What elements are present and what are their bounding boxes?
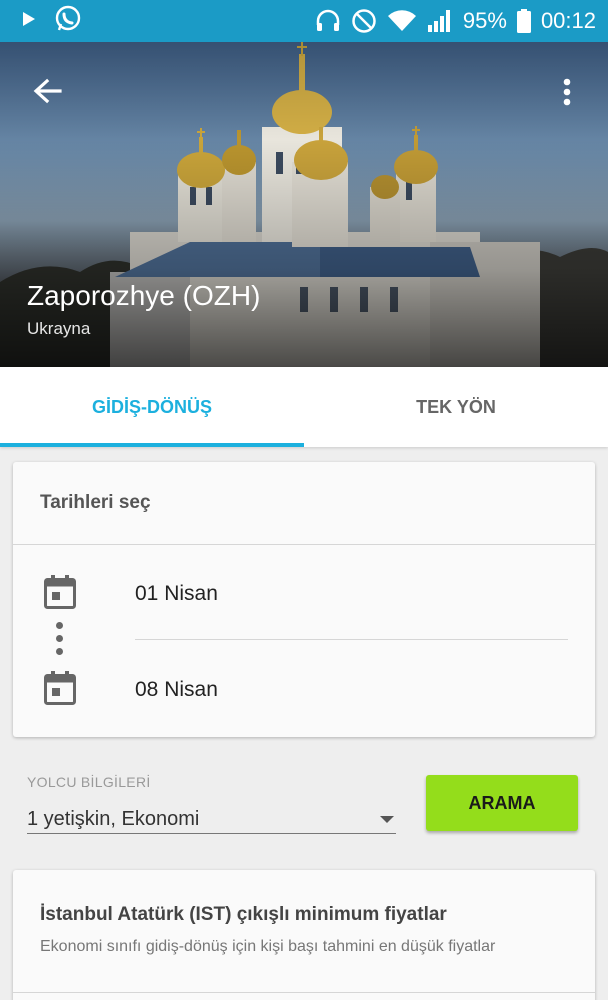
wifi-icon — [387, 9, 417, 33]
date-card-header: Tarihleri seç — [13, 462, 595, 545]
trip-type-tabs: GİDİŞ-DÖNÜŞ TEK YÖN — [0, 367, 608, 447]
passenger-class-dropdown[interactable]: 1 yetişkin, Ekonomi — [27, 806, 396, 834]
tab-one-way[interactable]: TEK YÖN — [304, 367, 608, 447]
search-button[interactable]: ARAMA — [426, 775, 578, 831]
passenger-info-label: YOLCU BİLGİLERİ — [27, 774, 151, 790]
tab-label: GİDİŞ-DÖNÜŞ — [91, 396, 212, 417]
date-range-connector — [56, 622, 64, 658]
dropdown-arrow-icon — [380, 816, 394, 823]
hero-gradient-overlay — [0, 42, 608, 367]
destination-hero: Zaporozhye (OZH) Ukrayna — [0, 42, 608, 367]
calendar-icon[interactable] — [44, 575, 76, 609]
date-picker-card: Tarihleri seç 01 Nisan 08 Nisan — [13, 462, 595, 737]
more-vert-icon — [563, 78, 571, 106]
return-date[interactable]: 08 Nisan — [135, 678, 218, 702]
do-not-disturb-icon — [351, 8, 377, 34]
destination-city: Zaporozhye (OZH) — [27, 280, 261, 311]
back-button[interactable] — [28, 72, 68, 112]
min-prices-subtitle: Ekonomi sınıfı gidiş-dönüş için kişi baş… — [40, 938, 496, 955]
battery-percent: 95% — [462, 8, 507, 33]
whatsapp-icon — [54, 5, 82, 38]
min-prices-title: İstanbul Atatürk (IST) çıkışlı minimum f… — [40, 904, 447, 925]
date-card-title: Tarihleri seç — [40, 492, 151, 513]
headset-icon — [315, 9, 341, 33]
card-divider — [13, 992, 595, 993]
signal-icon — [427, 9, 453, 33]
destination-country: Ukrayna — [27, 319, 91, 338]
status-bar: 95% 00:12 — [0, 0, 608, 42]
tab-round-trip[interactable]: GİDİŞ-DÖNÜŞ — [0, 367, 304, 447]
passenger-class-value: 1 yetişkin, Ekonomi — [27, 808, 200, 830]
min-prices-card: İstanbul Atatürk (IST) çıkışlı minimum f… — [13, 870, 595, 1000]
clock: 00:12 — [540, 8, 596, 33]
overflow-menu-button[interactable] — [552, 72, 582, 112]
date-divider — [135, 639, 568, 640]
active-tab-indicator — [0, 443, 304, 447]
tab-label: TEK YÖN — [416, 396, 496, 417]
battery-icon — [516, 9, 531, 33]
departure-date[interactable]: 01 Nisan — [135, 582, 218, 606]
calendar-icon[interactable] — [44, 671, 76, 705]
back-arrow-icon — [33, 78, 62, 104]
play-icon — [22, 11, 36, 32]
